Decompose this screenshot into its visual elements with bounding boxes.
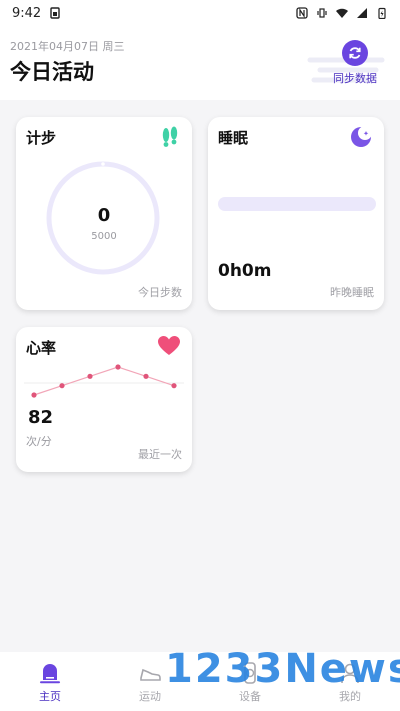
heart-rate-point-2 — [87, 373, 93, 379]
heart-rate-point-0 — [31, 392, 37, 398]
sleep-footer: 昨晚睡眠 — [330, 286, 374, 299]
user-icon — [341, 663, 359, 684]
heart-rate-footer: 最近一次 — [138, 448, 182, 461]
heart-rate-trend-chart — [24, 364, 184, 398]
tab-profile[interactable]: 我的 — [300, 652, 400, 711]
moon-icon — [351, 126, 372, 147]
steps-footer: 今日步数 — [138, 286, 182, 299]
home-icon — [40, 664, 60, 684]
sleep-title: 睡眠 — [218, 129, 249, 147]
refresh-icon[interactable] — [342, 40, 368, 66]
header: 2021年04月07日 周三 今日活动 同步数据 — [0, 26, 400, 100]
heart-rate-point-1 — [59, 383, 65, 389]
page-title: 今日活动 — [10, 60, 94, 84]
heart-rate-point-4 — [143, 373, 149, 379]
vibrate-icon — [317, 8, 327, 18]
sim-icon — [50, 7, 60, 19]
sync-label: 同步数据 — [333, 72, 377, 85]
date-text: 2021年04月07日 周三 — [10, 40, 125, 53]
heart-rate-point-5 — [171, 383, 177, 389]
tab-device[interactable]: 设备 — [200, 652, 300, 711]
steps-card[interactable]: 计步 0 5000 今日步数 — [16, 117, 192, 310]
wifi-icon — [336, 8, 348, 18]
status-bar: 9:42 — [0, 0, 400, 26]
sleep-card[interactable]: 睡眠 0h0m 昨晚睡眠 — [208, 117, 384, 310]
watch-icon — [244, 662, 256, 684]
heart-rate-unit: 次/分 — [26, 435, 52, 448]
steps-title: 计步 — [26, 129, 57, 147]
tab-profile-label: 我的 — [339, 690, 361, 703]
steps-value: 0 — [97, 205, 111, 226]
battery-icon — [378, 7, 386, 19]
tab-exercise[interactable]: 运动 — [100, 652, 200, 711]
nfc-icon — [296, 7, 308, 19]
heart-rate-title: 心率 — [26, 339, 57, 357]
tab-home-label: 主页 — [39, 690, 61, 703]
bottom-tab-bar: 主页 运动 设备 我的 — [0, 652, 400, 711]
status-time: 9:42 — [12, 5, 42, 21]
signal-icon — [357, 8, 367, 18]
sleep-progress-bar — [218, 197, 376, 211]
heart-icon — [158, 336, 180, 355]
sync-button[interactable]: 同步数据 — [307, 40, 386, 96]
footprints-icon — [162, 126, 178, 147]
sneaker-icon — [140, 668, 161, 681]
heart-rate-point-3 — [115, 364, 121, 370]
steps-goal: 5000 — [91, 231, 117, 242]
tab-device-label: 设备 — [239, 690, 261, 703]
tab-exercise-label: 运动 — [139, 690, 161, 703]
tab-home[interactable]: 主页 — [0, 652, 100, 711]
heart-rate-card[interactable]: 心率 82 次/分 最近一次 — [16, 327, 192, 472]
sleep-value: 0h0m — [218, 261, 272, 281]
heart-rate-value: 82 — [28, 407, 54, 428]
